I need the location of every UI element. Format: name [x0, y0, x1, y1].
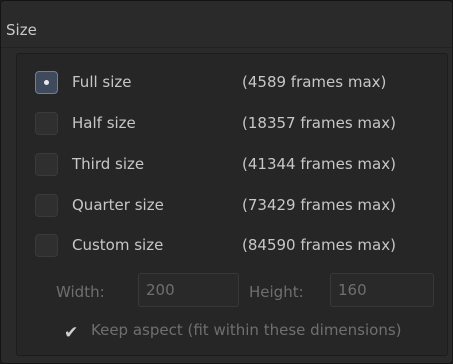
option-full-size[interactable]: Full size (4589 frames max)	[35, 69, 435, 99]
height-label: Height:	[249, 283, 304, 301]
third-size-frames: (41344 frames max)	[242, 155, 396, 173]
radio-selected-dot	[44, 80, 49, 85]
keep-aspect-checkbox[interactable]: ✔	[64, 323, 78, 343]
width-label: Width:	[56, 283, 105, 301]
custom-size-label: Custom size	[72, 236, 164, 254]
section-title: Size	[6, 21, 37, 39]
quarter-size-frames: (73429 frames max)	[242, 196, 396, 214]
height-input[interactable]	[330, 273, 434, 307]
option-custom-size[interactable]: Custom size (84590 frames max)	[35, 232, 435, 262]
option-quarter-size[interactable]: Quarter size (73429 frames max)	[35, 192, 435, 222]
quarter-size-label: Quarter size	[72, 196, 164, 214]
third-size-label: Third size	[72, 155, 145, 173]
full-size-frames: (4589 frames max)	[242, 73, 387, 91]
keep-aspect-label: Keep aspect (fit within these dimensions…	[91, 321, 402, 339]
custom-size-frames: (84590 frames max)	[242, 236, 396, 254]
checkmark-icon: ✔	[64, 323, 79, 343]
half-size-radio[interactable]	[35, 112, 58, 135]
option-half-size[interactable]: Half size (18357 frames max)	[35, 110, 435, 140]
title-divider	[1, 47, 452, 48]
full-size-radio[interactable]	[35, 71, 58, 94]
width-input[interactable]	[138, 273, 239, 307]
third-size-radio[interactable]	[35, 153, 58, 176]
quarter-size-radio[interactable]	[35, 194, 58, 217]
size-panel: Size Full size (4589 frames max) Half si…	[0, 0, 453, 364]
half-size-label: Half size	[72, 114, 136, 132]
custom-size-radio[interactable]	[35, 234, 58, 257]
half-size-frames: (18357 frames max)	[242, 114, 396, 132]
full-size-label: Full size	[72, 73, 132, 91]
option-third-size[interactable]: Third size (41344 frames max)	[35, 151, 435, 181]
